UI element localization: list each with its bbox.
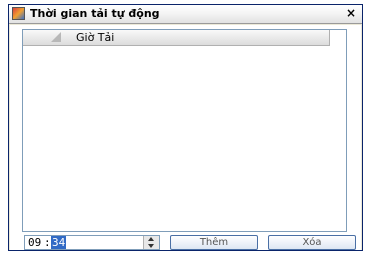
auto-download-time-dialog: Thời gian tải tự động × Giờ Tải 09 : 34 …: [8, 4, 363, 251]
app-icon: [12, 7, 25, 20]
dialog-content: Giờ Tải 09 : 34 Thêm Xóa: [10, 25, 361, 250]
window-title: Thời gian tải tự động: [30, 7, 160, 20]
download-time-list[interactable]: Giờ Tải: [22, 29, 347, 232]
column-header-download-time[interactable]: Giờ Tải: [23, 30, 330, 46]
add-button[interactable]: Thêm: [170, 235, 258, 250]
bottom-controls: 09 : 34 Thêm Xóa: [10, 235, 361, 250]
column-header-label: Giờ Tải: [76, 31, 115, 44]
time-hour[interactable]: 09: [28, 236, 41, 249]
time-separator: :: [44, 236, 51, 249]
time-picker[interactable]: 09 : 34: [24, 235, 160, 250]
sort-indicator-icon: [51, 32, 61, 42]
time-spinner[interactable]: [143, 236, 159, 249]
delete-button[interactable]: Xóa: [268, 235, 356, 250]
close-icon[interactable]: ×: [343, 6, 359, 21]
chevron-up-icon[interactable]: [148, 237, 154, 241]
time-minute[interactable]: 34: [51, 236, 67, 249]
chevron-down-icon[interactable]: [148, 244, 154, 248]
title-bar: Thời gian tải tự động ×: [9, 5, 362, 24]
